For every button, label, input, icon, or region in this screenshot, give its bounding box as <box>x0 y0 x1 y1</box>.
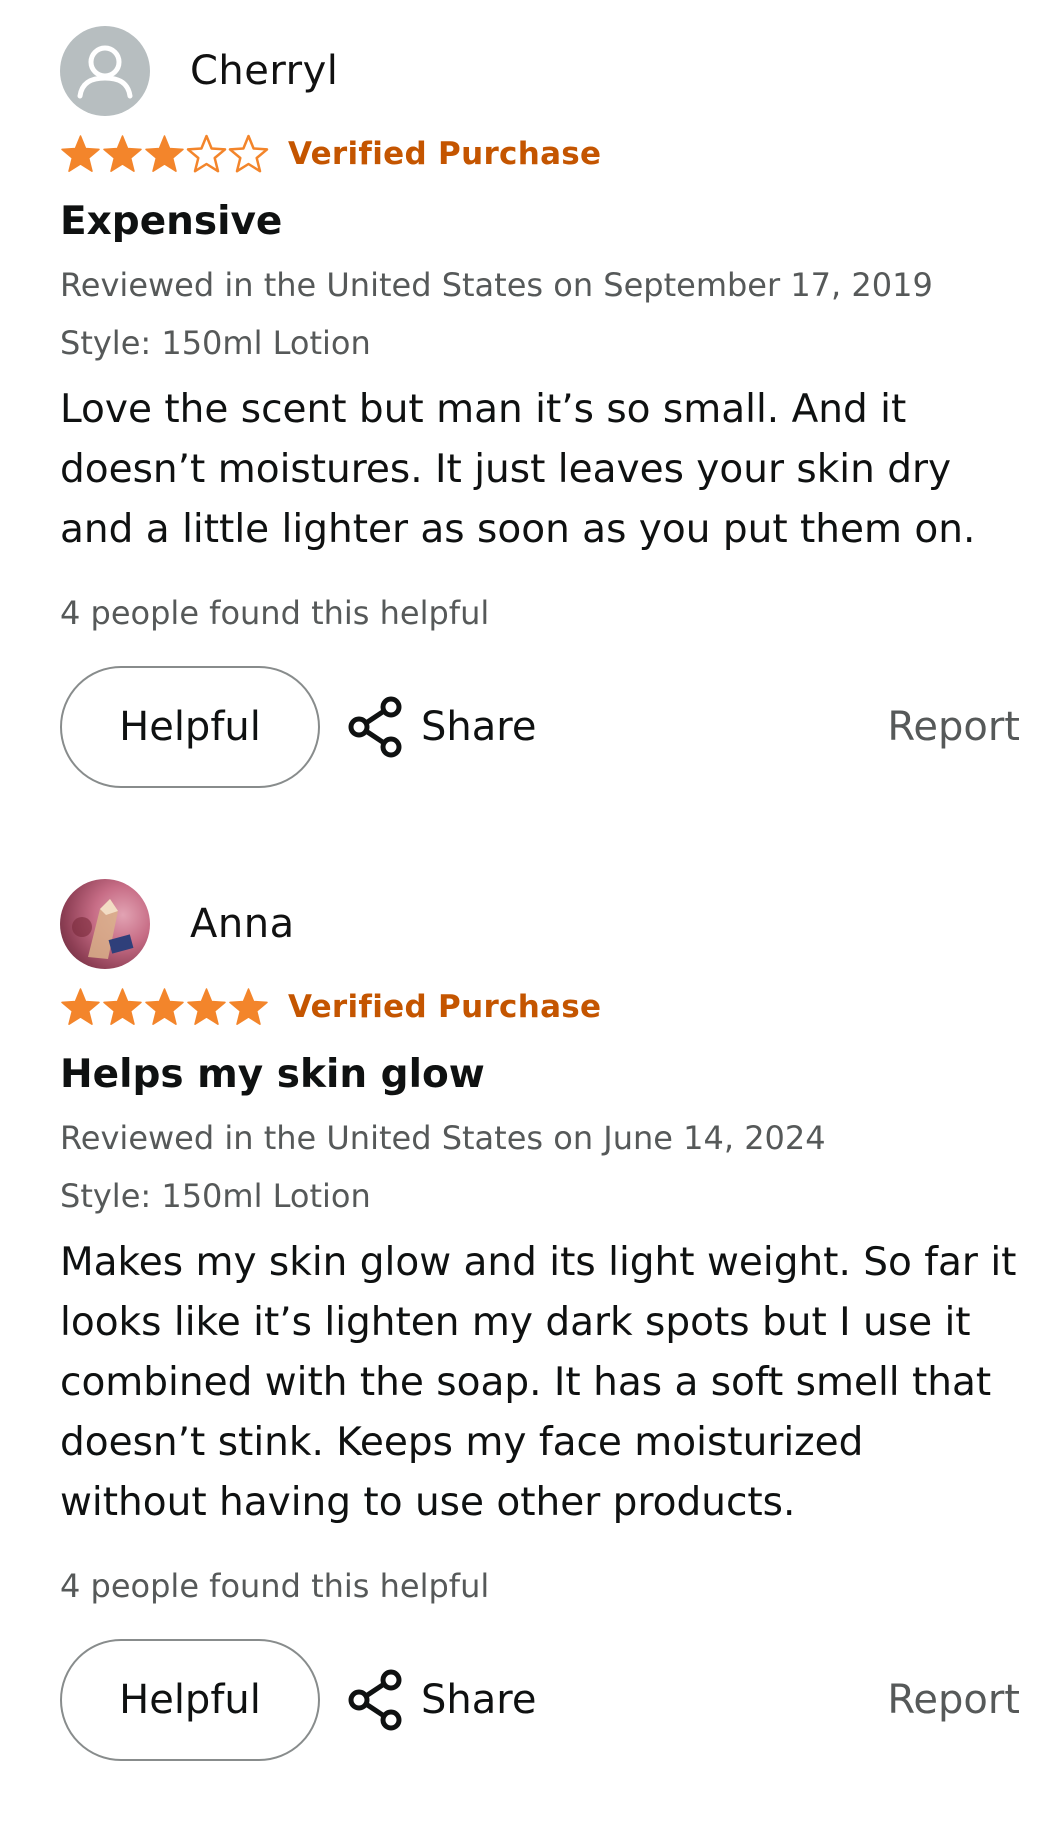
reviewer-name: Cherryl <box>190 48 339 94</box>
helpful-count: 4 people found this helpful <box>60 1567 490 1605</box>
reviewer-name: Anna <box>190 901 295 947</box>
star-filled-icon <box>61 988 100 1025</box>
review-style: Style: 150ml Lotion <box>60 1177 371 1215</box>
star-filled-icon <box>103 135 142 172</box>
star-filled-icon <box>145 135 184 172</box>
report-link[interactable]: Report <box>887 1639 1020 1761</box>
verified-purchase-badge: Verified Purchase <box>288 136 602 172</box>
share-button[interactable]: Share <box>345 666 536 788</box>
star-filled-icon <box>61 135 100 172</box>
review-card: Anna Verified Purchase Helps my skin glo… <box>60 879 1020 1763</box>
review-date: Reviewed in the United States on Septemb… <box>60 266 933 304</box>
review-date: Reviewed in the United States on June 14… <box>60 1119 826 1157</box>
star-filled-icon <box>187 988 226 1025</box>
helpful-button[interactable]: Helpful <box>60 1639 320 1761</box>
helpful-button[interactable]: Helpful <box>60 666 320 788</box>
star-rating[interactable] <box>60 134 270 174</box>
default-user-icon <box>60 26 150 116</box>
review-card: Cherryl Verified Purchase Expensive Revi… <box>60 26 1020 790</box>
star-filled-icon <box>229 988 268 1025</box>
review-actions: Helpful Share Report <box>60 666 1020 790</box>
review-title: Expensive <box>60 199 283 244</box>
reviewer-profile[interactable]: Cherryl <box>60 26 1020 116</box>
star-empty-icon <box>228 134 269 173</box>
share-label: Share <box>421 704 537 750</box>
share-button[interactable]: Share <box>345 1639 536 1761</box>
review-actions: Helpful Share Report <box>60 1639 1020 1763</box>
reviewer-profile[interactable]: Anna <box>60 879 1020 969</box>
verified-purchase-badge: Verified Purchase <box>288 989 602 1025</box>
review-body: Makes my skin glow and its light weight.… <box>60 1240 1017 1525</box>
review-body: Love the scent but man it’s so small. An… <box>60 387 976 552</box>
star-filled-icon <box>103 988 142 1025</box>
share-icon <box>348 1669 402 1731</box>
share-icon <box>348 696 402 758</box>
review-style: Style: 150ml Lotion <box>60 324 371 362</box>
user-photo-avatar <box>60 879 150 969</box>
star-rating[interactable] <box>60 987 270 1027</box>
helpful-count: 4 people found this helpful <box>60 594 490 632</box>
report-link[interactable]: Report <box>887 666 1020 788</box>
share-label: Share <box>421 1677 537 1723</box>
star-empty-icon <box>186 134 227 173</box>
star-filled-icon <box>145 988 184 1025</box>
review-title: Helps my skin glow <box>60 1052 485 1097</box>
